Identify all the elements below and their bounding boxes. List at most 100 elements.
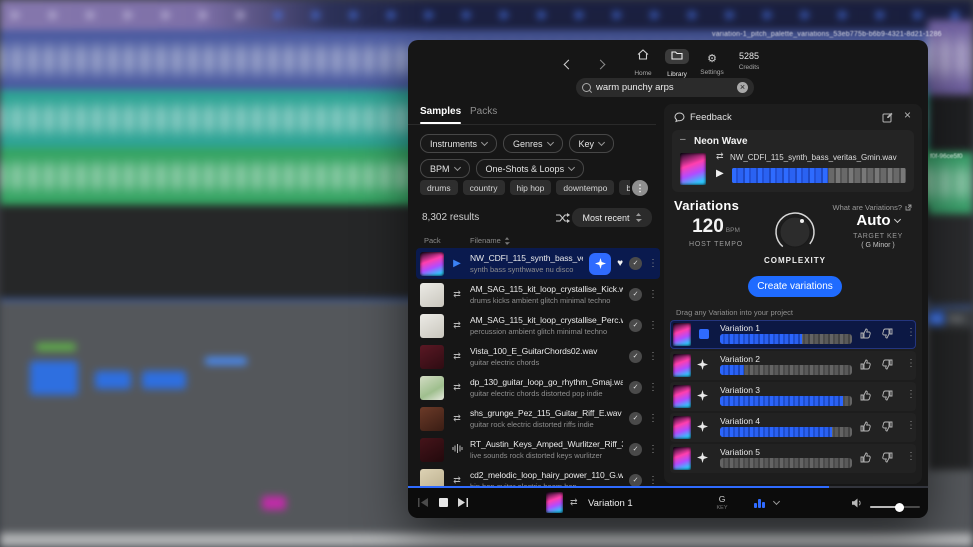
downloaded-check-icon[interactable]: ✓ <box>629 350 642 363</box>
pack-waveform[interactable] <box>732 168 906 183</box>
chip-hiphop[interactable]: hip hop <box>509 180 552 195</box>
thumbs-down-icon[interactable] <box>882 421 893 432</box>
thumbs-down-icon[interactable] <box>882 359 893 370</box>
more-options-icon[interactable]: ⋮ <box>906 358 916 369</box>
more-options-icon[interactable]: ⋮ <box>648 289 658 300</box>
search-bar[interactable]: × <box>576 78 754 97</box>
shuffle-icon[interactable] <box>556 213 570 223</box>
thumbs-down-icon[interactable] <box>882 452 893 463</box>
sample-row[interactable]: ▶ NW_CDFI_115_synth_bass_veritas_Gmin.wa… <box>416 248 660 279</box>
now-playing-label[interactable]: Variation 1 <box>588 498 633 509</box>
stop-icon[interactable] <box>439 498 448 507</box>
more-options-icon[interactable]: ⋮ <box>906 451 916 462</box>
variation-row[interactable]: Variation 1 ⋮ <box>670 320 916 349</box>
heart-icon[interactable]: ♥ <box>617 258 623 269</box>
play-icon[interactable]: ▶ <box>716 168 724 179</box>
sample-filename[interactable]: NW_CDFI_115_synth_bass_veritas_Gmin.wav <box>470 253 583 263</box>
thumbs-up-icon[interactable] <box>860 328 871 339</box>
filter-bpm[interactable]: BPM <box>420 159 470 178</box>
volume-slider[interactable] <box>870 502 920 512</box>
variation-waveform[interactable] <box>720 427 852 437</box>
chip-country[interactable]: country <box>462 180 505 195</box>
variation-row[interactable]: Variation 4 ⋮ <box>670 413 916 442</box>
collapse-icon[interactable]: – <box>680 134 686 145</box>
more-options-icon[interactable]: ⋮ <box>648 444 658 455</box>
thumbs-down-icon[interactable] <box>882 328 893 339</box>
repeat-icon[interactable]: ⇄ <box>450 289 464 300</box>
repeat-icon[interactable]: ⇄ <box>450 413 464 424</box>
chip-downtempo[interactable]: downtempo <box>556 180 615 195</box>
clear-search-icon[interactable]: × <box>737 82 748 93</box>
nav-library[interactable]: Library <box>660 49 694 78</box>
sample-row[interactable]: ⇄ dp_130_guitar_loop_go_rhythm_Gmaj.wav … <box>416 372 660 403</box>
thumbs-up-icon[interactable] <box>860 421 871 432</box>
tab-packs[interactable]: Packs <box>470 106 497 117</box>
nav-back-button[interactable] <box>563 55 574 73</box>
chip-drums[interactable]: drums <box>420 180 458 195</box>
more-options-icon[interactable]: ⋮ <box>648 258 658 269</box>
create-variations-button[interactable]: Create variations <box>748 276 842 297</box>
downloaded-check-icon[interactable]: ✓ <box>629 443 642 456</box>
variation-row[interactable]: Variation 3 ⋮ <box>670 382 916 411</box>
filter-genres[interactable]: Genres <box>503 134 563 153</box>
volume-knob[interactable] <box>895 502 904 512</box>
filter-oneshots-loops[interactable]: One-Shots & Loops <box>475 159 585 178</box>
more-options-icon[interactable]: ⋮ <box>906 420 916 431</box>
chip-boombap[interactable]: boom bap <box>619 180 630 195</box>
variation-waveform[interactable] <box>720 396 852 406</box>
close-icon[interactable]: × <box>904 108 911 122</box>
repeat-icon[interactable]: ⇄ <box>716 151 724 162</box>
tab-samples[interactable]: Samples <box>420 106 462 124</box>
variation-waveform[interactable] <box>720 365 852 375</box>
search-input[interactable] <box>596 82 732 93</box>
feedback-compose-icon[interactable] <box>882 112 893 123</box>
more-options-icon[interactable]: ⋮ <box>648 475 658 486</box>
waveform-icon[interactable] <box>450 444 464 455</box>
variation-waveform[interactable] <box>720 458 852 468</box>
more-options-icon[interactable]: ⋮ <box>648 351 658 362</box>
downloaded-check-icon[interactable]: ✓ <box>629 319 642 332</box>
playback-progress-bar[interactable] <box>408 486 928 488</box>
previous-track-icon[interactable] <box>418 498 428 507</box>
target-key[interactable]: Auto TARGET KEY ( G Minor ) <box>842 212 914 249</box>
downloaded-check-icon[interactable]: ✓ <box>629 257 642 270</box>
more-options-icon[interactable]: ⋮ <box>906 389 916 400</box>
repeat-icon[interactable]: ⇄ <box>450 351 464 362</box>
downloaded-check-icon[interactable]: ✓ <box>629 288 642 301</box>
key-indicator[interactable]: G KEY <box>713 494 731 511</box>
filter-instruments[interactable]: Instruments <box>420 134 498 153</box>
more-tags-button[interactable]: ⋮ <box>632 180 648 196</box>
sample-row[interactable]: ⇄ shs_grunge_Pez_115_Guitar_Riff_E.wav g… <box>416 403 660 434</box>
stop-icon[interactable] <box>699 329 709 339</box>
speaker-icon[interactable] <box>851 498 863 508</box>
nav-settings[interactable]: ⚙ Settings <box>695 49 729 76</box>
filter-key[interactable]: Key <box>568 134 615 153</box>
sample-row[interactable]: ⇄ AM_SAG_115_kit_loop_crystallise_Kick.w… <box>416 279 660 310</box>
nav-home[interactable]: Home <box>626 49 660 77</box>
play-icon[interactable]: ▶ <box>450 258 464 269</box>
downloaded-check-icon[interactable]: ✓ <box>629 412 642 425</box>
visualizer-icon[interactable] <box>754 498 765 508</box>
chevron-down-icon[interactable] <box>772 497 781 506</box>
repeat-icon[interactable]: ⇄ <box>570 497 578 508</box>
complexity-knob[interactable] <box>770 208 820 256</box>
column-filename[interactable]: Filename <box>470 236 510 245</box>
thumbs-up-icon[interactable] <box>860 390 871 401</box>
thumbs-up-icon[interactable] <box>860 452 871 463</box>
create-variations-icon-button[interactable] <box>589 252 612 275</box>
sample-row[interactable]: ⇄ AM_SAG_115_kit_loop_crystallise_Perc.w… <box>416 310 660 341</box>
repeat-icon[interactable]: ⇄ <box>450 382 464 393</box>
more-options-icon[interactable]: ⋮ <box>648 382 658 393</box>
variation-waveform[interactable] <box>720 334 852 344</box>
sort-dropdown[interactable]: Most recent <box>572 208 652 227</box>
repeat-icon[interactable]: ⇄ <box>450 475 464 486</box>
sample-row[interactable]: ⇄ Vista_100_E_GuitarChords02.wav guitar … <box>416 341 660 372</box>
pack-name[interactable]: Neon Wave <box>694 136 748 147</box>
thumbs-up-icon[interactable] <box>860 359 871 370</box>
next-track-icon[interactable] <box>458 498 468 507</box>
variation-row[interactable]: Variation 2 ⋮ <box>670 351 916 380</box>
variation-row[interactable]: Variation 5 ⋮ <box>670 444 916 473</box>
nav-credits[interactable]: 5285 Credits <box>732 49 766 71</box>
nav-forward-button[interactable] <box>595 55 606 73</box>
column-pack[interactable]: Pack <box>424 236 441 245</box>
